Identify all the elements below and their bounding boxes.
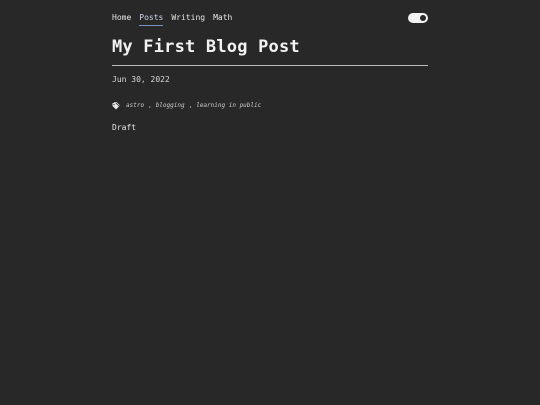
tag-learning-in-public[interactable]: learning in public	[196, 101, 261, 110]
tag-separator: ,	[188, 102, 193, 109]
nav-item-posts[interactable]: Posts	[139, 12, 164, 26]
tags-icon	[112, 101, 120, 109]
top-bar: Home Posts Writing Math	[112, 0, 428, 36]
tag-separator: ,	[148, 102, 152, 109]
nav-item-math[interactable]: Math	[213, 12, 232, 26]
post-title: My First Blog Post	[112, 37, 300, 57]
title-divider	[112, 65, 428, 66]
theme-toggle[interactable]	[408, 13, 428, 23]
page: Home Posts Writing Math My First Blog Po…	[0, 0, 540, 405]
content-container: Home Posts Writing Math My First Blog Po…	[112, 0, 428, 132]
tag-astro[interactable]: astro	[126, 101, 144, 110]
nav-item-home[interactable]: Home	[112, 12, 131, 26]
toggle-knob	[420, 15, 426, 21]
tag-blogging[interactable]: blogging	[156, 101, 185, 110]
main-nav: Home Posts Writing Math	[112, 12, 232, 26]
post-date: Jun 30, 2022	[112, 75, 170, 84]
post-status: Draft	[112, 123, 137, 132]
nav-item-writing[interactable]: Writing	[171, 12, 205, 26]
post-tags: astro , blogging , learning in public	[112, 101, 261, 110]
